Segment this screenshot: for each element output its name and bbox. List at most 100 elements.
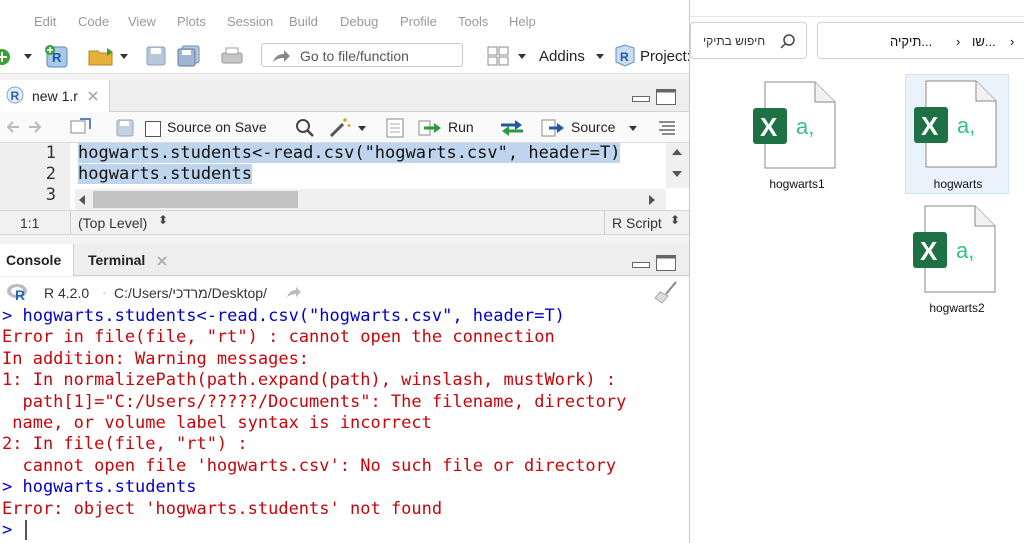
svg-text:X: X (921, 111, 939, 141)
tab-console[interactable]: Console (0, 244, 74, 276)
menu-view[interactable]: View (128, 14, 156, 29)
menu-debug[interactable]: Debug (340, 14, 378, 29)
r-version: R 4.2.0 (44, 285, 90, 301)
new-file-icon[interactable] (0, 46, 14, 68)
editor-vertical-scrollbar[interactable] (666, 143, 689, 188)
menu-help[interactable]: Help (509, 14, 536, 29)
console-error: Error: object 'hogwarts.students' not fo… (2, 498, 443, 519)
code-line-text: hogwarts.students (78, 164, 252, 184)
console-output[interactable]: > hogwarts.students<-read.csv("hogwarts.… (0, 306, 689, 543)
chevron-down-icon[interactable] (358, 126, 366, 132)
line-number: 1 (45, 143, 56, 163)
forward-arrow-icon[interactable] (28, 120, 42, 134)
back-arrow-icon[interactable] (6, 120, 20, 134)
console-header: R R 4.2.0 · C:/Users/מרדכי/Desktop/ (0, 277, 689, 306)
minimize-pane-icon[interactable] (632, 95, 650, 103)
breadcrumb-folder[interactable]: תיקיה... (890, 34, 932, 49)
run-icon[interactable] (418, 120, 444, 136)
menu-plots[interactable]: Plots (177, 14, 206, 29)
search-field[interactable]: חיפוש בתיקי (690, 22, 807, 59)
address-bar[interactable]: תיקיה... › שו... › (817, 22, 1024, 59)
chevron-down-icon[interactable] (24, 54, 32, 60)
code-editor[interactable]: 1 2 3 hogwarts.students<-read.csv("hogwa… (0, 143, 689, 210)
excel-csv-icon: X a, (913, 205, 996, 293)
save-icon[interactable] (146, 46, 166, 66)
code-line-2[interactable]: hogwarts.students (78, 164, 252, 184)
close-icon[interactable] (157, 256, 167, 266)
document-outline-icon[interactable] (386, 118, 404, 138)
menu-build[interactable]: Build (289, 14, 318, 29)
code-line-text: hogwarts.students<-read.csv("hogwarts.cs… (78, 143, 621, 163)
source-icon[interactable] (541, 118, 567, 138)
console-tab-bar: Console Terminal (0, 244, 689, 276)
project-label[interactable]: Project: (640, 48, 689, 65)
goto-arrow-icon (273, 50, 290, 62)
scroll-down-icon[interactable] (672, 171, 682, 177)
scroll-right-icon[interactable] (649, 195, 655, 205)
code-line-1[interactable]: hogwarts.students<-read.csv("hogwarts.cs… (78, 143, 621, 163)
search-icon[interactable] (295, 118, 315, 138)
scope-selector[interactable]: (Top Level) (78, 215, 147, 231)
run-button[interactable]: Run (448, 119, 474, 135)
maximize-pane-icon[interactable] (656, 255, 676, 271)
addins-menu[interactable]: Addins (539, 48, 585, 65)
open-folder-icon[interactable] (87, 46, 119, 68)
console-error: path[1]="C:/Users/?????/Documents": The … (2, 391, 627, 412)
chevron-down-icon[interactable] (596, 54, 604, 60)
menu-session[interactable]: Session (227, 14, 273, 29)
file-type-selector[interactable]: R Script (612, 215, 662, 231)
minimize-pane-icon[interactable] (632, 261, 650, 269)
menu-bar: Edit Code View Plots Session Build Debug… (0, 0, 689, 40)
console-error: 1: In normalizePath(path.expand(path), w… (2, 370, 617, 391)
file-hogwarts2[interactable]: X a, hogwarts2 (905, 198, 1009, 318)
rerun-icon[interactable] (499, 119, 525, 137)
rstudio-window: Edit Code View Plots Session Build Debug… (0, 0, 689, 543)
new-project-icon[interactable]: R (44, 44, 72, 70)
menu-tools[interactable]: Tools (458, 14, 488, 29)
grid-layout-icon[interactable] (487, 46, 509, 66)
clear-console-broom-icon[interactable] (654, 280, 680, 304)
search-placeholder: חיפוש בתיקי (703, 34, 766, 48)
console-prompt[interactable]: > (2, 520, 12, 540)
chevron-down-icon[interactable] (120, 54, 128, 60)
file-hogwarts[interactable]: X a, hogwarts (905, 74, 1009, 194)
tab-label: Terminal (88, 252, 146, 268)
file-name: hogwarts1 (769, 177, 825, 191)
magic-wand-icon[interactable] (328, 116, 352, 138)
goto-file-function-input[interactable]: Go to file/function (261, 43, 463, 67)
options-icon[interactable] (657, 120, 677, 136)
breadcrumb-separator: › (956, 34, 961, 49)
tab-label: Console (6, 252, 62, 268)
show-in-window-icon[interactable] (70, 118, 92, 136)
file-hogwarts1[interactable]: X a, hogwarts1 (745, 74, 849, 194)
menu-edit[interactable]: Edit (34, 14, 56, 29)
scrollbar-thumb[interactable] (93, 191, 298, 208)
text-cursor (25, 520, 27, 540)
goto-label: Go to file/function (300, 48, 409, 64)
source-button[interactable]: Source (571, 119, 615, 135)
breadcrumb-folder[interactable]: שו... (972, 34, 996, 49)
save-icon[interactable] (116, 119, 134, 137)
menu-profile[interactable]: Profile (400, 14, 437, 29)
editor-status-bar: 1:1 (Top Level) ⬍ R Script ⬍ (0, 210, 689, 235)
chevron-down-icon[interactable] (518, 54, 526, 60)
save-all-icon[interactable] (177, 45, 201, 67)
editor-horizontal-scrollbar[interactable] (75, 189, 666, 210)
source-on-save-checkbox[interactable] (145, 121, 161, 137)
svg-text:R: R (620, 50, 629, 64)
tab-new-1-r[interactable]: R new 1.r (0, 80, 110, 112)
print-icon[interactable] (220, 46, 244, 66)
line-number-gutter: 1 2 3 (0, 143, 70, 210)
maximize-pane-icon[interactable] (656, 89, 676, 105)
scroll-left-icon[interactable] (79, 195, 85, 205)
close-icon[interactable] (88, 91, 98, 101)
menu-code[interactable]: Code (78, 14, 109, 29)
line-number: 2 (45, 164, 56, 184)
tab-terminal[interactable]: Terminal (75, 244, 175, 276)
chevron-down-icon[interactable] (629, 126, 637, 132)
svg-text:R: R (15, 287, 25, 302)
scroll-up-icon[interactable] (672, 149, 682, 155)
svg-text:a,: a, (956, 238, 974, 263)
go-to-directory-icon[interactable] (286, 285, 302, 299)
divider (604, 211, 605, 234)
